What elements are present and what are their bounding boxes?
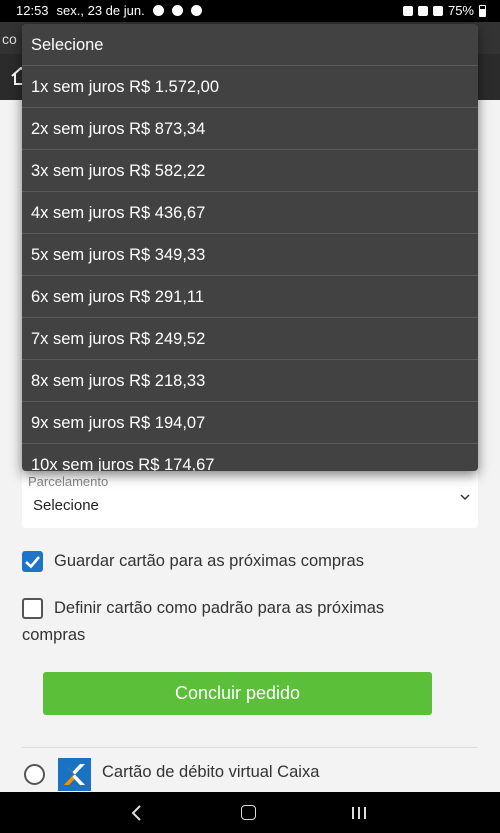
divider [22, 747, 478, 748]
installment-option[interactable]: 3x sem juros R$ 582,22 [22, 150, 478, 192]
recent-apps-icon[interactable] [350, 806, 368, 820]
checkmark-icon [25, 556, 40, 569]
save-card-option[interactable]: Guardar cartão para as próximas compras [22, 551, 478, 575]
navigation-bar [0, 792, 500, 833]
default-card-checkbox[interactable] [22, 598, 43, 619]
home-button-icon[interactable] [241, 805, 256, 820]
status-date: sex., 23 de jun. [56, 3, 145, 18]
battery-icon [479, 4, 486, 17]
mute-icon [417, 5, 428, 16]
url-text: co [2, 31, 17, 47]
installment-option[interactable]: 2x sem juros R$ 873,34 [22, 108, 478, 150]
status-bar: 12:53 sex., 23 de jun. 75% [0, 0, 500, 22]
installment-option[interactable]: 5x sem juros R$ 349,33 [22, 234, 478, 276]
battery-percent: 75% [447, 3, 474, 18]
default-card-option[interactable]: Definir cartão como padrão para as próxi… [22, 598, 478, 648]
back-icon[interactable] [128, 804, 146, 822]
installments-select[interactable]: Parcelamento Selecione [22, 470, 478, 528]
installment-option[interactable]: 6x sem juros R$ 291,11 [22, 276, 478, 318]
default-card-label-line1: Definir cartão como padrão para as próxi… [54, 599, 385, 617]
debit-card-label[interactable]: Cartão de débito virtual Caixa [102, 763, 319, 782]
alarm-icon [402, 5, 413, 16]
caixa-logo [58, 758, 91, 791]
installment-option[interactable]: 1x sem juros R$ 1.572,00 [22, 66, 478, 108]
wifi-icon [432, 5, 443, 16]
installment-option[interactable]: 10x sem juros R$ 174,67 [22, 444, 478, 471]
status-time: 12:53 [16, 3, 49, 18]
dropdown-header[interactable]: Selecione [22, 24, 478, 66]
shazam-icon [190, 5, 202, 16]
notification-icon [152, 5, 164, 16]
installment-option[interactable]: 7x sem juros R$ 249,52 [22, 318, 478, 360]
installments-dropdown[interactable]: Selecione 1x sem juros R$ 1.572,00 2x se… [22, 24, 478, 471]
chevron-down-icon [460, 494, 470, 501]
submit-order-button[interactable]: Concluir pedido [43, 672, 432, 715]
installment-option[interactable]: 4x sem juros R$ 436,67 [22, 192, 478, 234]
default-card-label-line2: compras [22, 626, 86, 644]
installments-label: Parcelamento [28, 474, 109, 489]
save-card-label: Guardar cartão para as próximas compras [54, 552, 364, 570]
sync-icon [171, 5, 183, 16]
debit-card-radio[interactable] [24, 764, 45, 785]
save-card-checkbox[interactable] [22, 551, 43, 572]
installment-option[interactable]: 9x sem juros R$ 194,07 [22, 402, 478, 444]
installments-value: Selecione [33, 497, 99, 514]
installment-option[interactable]: 8x sem juros R$ 218,33 [22, 360, 478, 402]
